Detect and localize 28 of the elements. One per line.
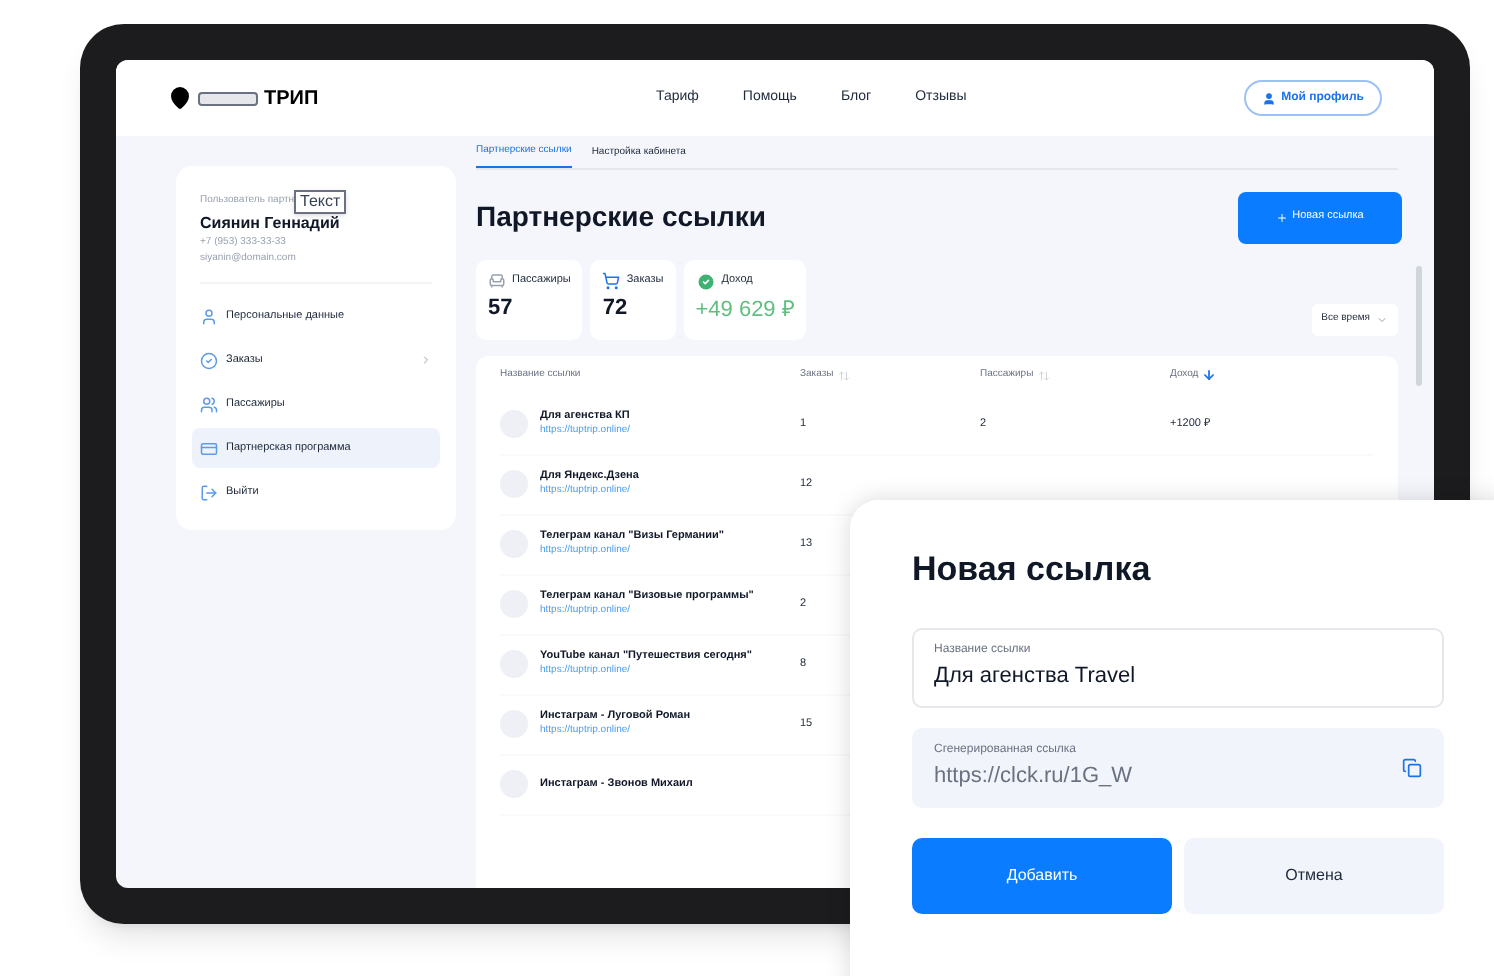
- person-icon: [1261, 91, 1276, 105]
- logo-drawing: [198, 91, 258, 105]
- stat-value: +49 629 ₽: [695, 297, 794, 321]
- user-name: Сиянин Геннадий: [200, 214, 342, 234]
- page-title: Партнерские ссылки: [476, 198, 766, 236]
- field-value: Для агенства Travel: [934, 661, 1138, 692]
- plus-icon: [1276, 211, 1289, 223]
- seat-icon: [488, 271, 506, 289]
- cancel-button[interactable]: Отмена: [1184, 837, 1444, 913]
- chevron-down-icon: [1376, 313, 1388, 325]
- card-icon: [200, 439, 218, 457]
- dialog-title: Новая ссылка: [912, 548, 1153, 592]
- person-icon: [200, 307, 218, 325]
- people-icon: [200, 395, 218, 413]
- stat-value: 57: [488, 295, 515, 319]
- map-pin-icon: [168, 86, 192, 110]
- check-circle-icon: [695, 271, 716, 291]
- field-value: https://clck.ru/1G_W: [934, 761, 1135, 792]
- logout-icon: [200, 483, 218, 501]
- tooltip: Текст: [294, 190, 347, 214]
- logo-text: ТРИП: [264, 85, 319, 113]
- add-button[interactable]: Добавить: [912, 837, 1172, 913]
- copy-icon[interactable]: [1402, 757, 1422, 777]
- sort-icon[interactable]: [1202, 368, 1217, 382]
- cart-icon: [602, 271, 621, 289]
- stat-value: 72: [602, 295, 630, 319]
- check-circle-icon: [200, 351, 218, 369]
- scrollbar: [1416, 266, 1422, 386]
